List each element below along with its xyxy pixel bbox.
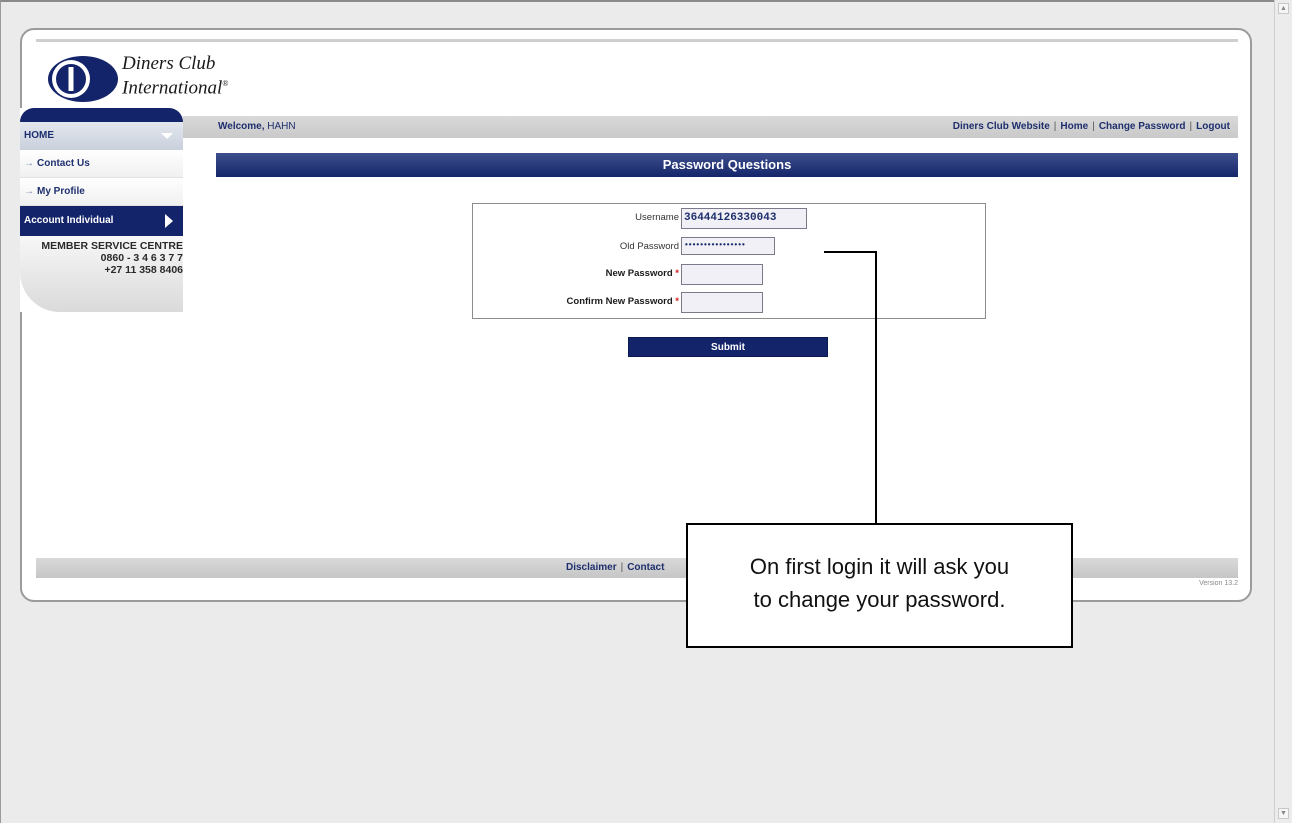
sidebar-home-label: HOME [24, 130, 54, 141]
submit-button[interactable]: Submit [628, 337, 828, 357]
footer-links: Disclaimer | Contact [566, 562, 664, 573]
header-bar: Welcome, HAHN Diners Club Website | Home | C… [36, 116, 1238, 138]
arrow-right-icon: → [24, 186, 34, 197]
home-link[interactable]: Home [1060, 121, 1088, 132]
diners-club-website-link[interactable]: Diners Club Website [953, 121, 1050, 132]
contact-link[interactable]: Contact [627, 562, 664, 573]
footer-separator: | [620, 562, 624, 573]
service-centre-title: MEMBER SERVICE CENTRE [41, 240, 183, 252]
callout-connector [875, 251, 877, 524]
username-row: Username 36444126330043 [473, 208, 985, 229]
scroll-up-arrow-icon[interactable]: ▲ [1278, 3, 1289, 14]
sidebar-item-account-individual[interactable]: Account Individual [20, 206, 183, 236]
page-title: Password Questions [216, 153, 1238, 177]
top-nav-links: Diners Club Website | Home | Change Password… [953, 121, 1230, 132]
callout-annotation: On first login it will ask you to change… [686, 523, 1073, 648]
new-password-label-wrap: New Password * [606, 268, 679, 279]
sidebar-item-my-profile[interactable]: → My Profile [20, 178, 183, 206]
callout-connector [824, 251, 877, 253]
brand-name-line2: International [122, 77, 223, 99]
version-label: Version 13.2 [1199, 580, 1238, 587]
nav-separator: | [1053, 121, 1057, 132]
vertical-scrollbar[interactable]: ▲ ▼ [1274, 0, 1292, 823]
old-password-row: Old Password •••••••••••••••• [473, 237, 985, 257]
nav-separator: | [1189, 121, 1193, 132]
new-password-field[interactable] [681, 264, 763, 285]
change-password-link[interactable]: Change Password [1099, 121, 1186, 132]
old-password-label: Old Password [619, 241, 679, 252]
sidebar-item-home[interactable]: HOME [20, 122, 183, 150]
diners-club-logo-icon [48, 56, 118, 102]
service-phone-local: 0860 - 3 4 6 3 7 7 [100, 252, 183, 264]
service-phone-intl: +27 11 358 8406 [104, 264, 183, 276]
confirm-password-row: Confirm New Password * [473, 292, 985, 313]
sidebar: HOME → Contact Us → My Profile Account Ind… [20, 108, 183, 312]
old-password-field[interactable]: •••••••••••••••• [681, 237, 775, 255]
sidebar-item-label: Account Individual [24, 215, 114, 226]
triangle-right-icon [165, 214, 173, 228]
member-service-centre: MEMBER SERVICE CENTRE 0860 - 3 4 6 3 7 7… [20, 236, 183, 312]
sidebar-item-label: My Profile [37, 186, 85, 197]
callout-line-1: On first login it will ask you [749, 554, 1010, 579]
new-password-label: New Password [605, 268, 673, 279]
brand-name-line1: Diners Club [122, 53, 216, 74]
required-marker: * [675, 296, 679, 307]
scroll-down-arrow-icon[interactable]: ▼ [1278, 808, 1289, 819]
username-label: Username [635, 212, 679, 223]
brand-wordmark: Diners Club International® [122, 54, 228, 98]
confirm-password-label: Confirm New Password [566, 296, 673, 307]
logout-link[interactable]: Logout [1196, 121, 1230, 132]
welcome-username: HAHN [267, 121, 296, 132]
sidebar-top-cap [20, 108, 183, 122]
sidebar-item-label: Contact Us [37, 158, 90, 169]
welcome-message: Welcome, HAHN [218, 121, 296, 132]
confirm-password-label-wrap: Confirm New Password * [567, 296, 679, 307]
top-divider [36, 39, 1238, 42]
new-password-row: New Password * [473, 264, 985, 285]
required-marker: * [675, 268, 679, 279]
password-form: Username 36444126330043 Old Password •••… [472, 203, 986, 319]
arrow-right-icon: → [24, 158, 34, 169]
trademark-symbol: ® [222, 79, 229, 88]
callout-line-2: to change your password. [753, 587, 1006, 612]
nav-separator: | [1092, 121, 1095, 132]
disclaimer-link[interactable]: Disclaimer [566, 562, 617, 573]
username-field[interactable]: 36444126330043 [681, 208, 807, 229]
welcome-label: Welcome, [218, 121, 265, 132]
confirm-password-field[interactable] [681, 292, 763, 313]
sidebar-item-contact-us[interactable]: → Contact Us [20, 150, 183, 178]
chevron-down-icon [161, 133, 173, 139]
